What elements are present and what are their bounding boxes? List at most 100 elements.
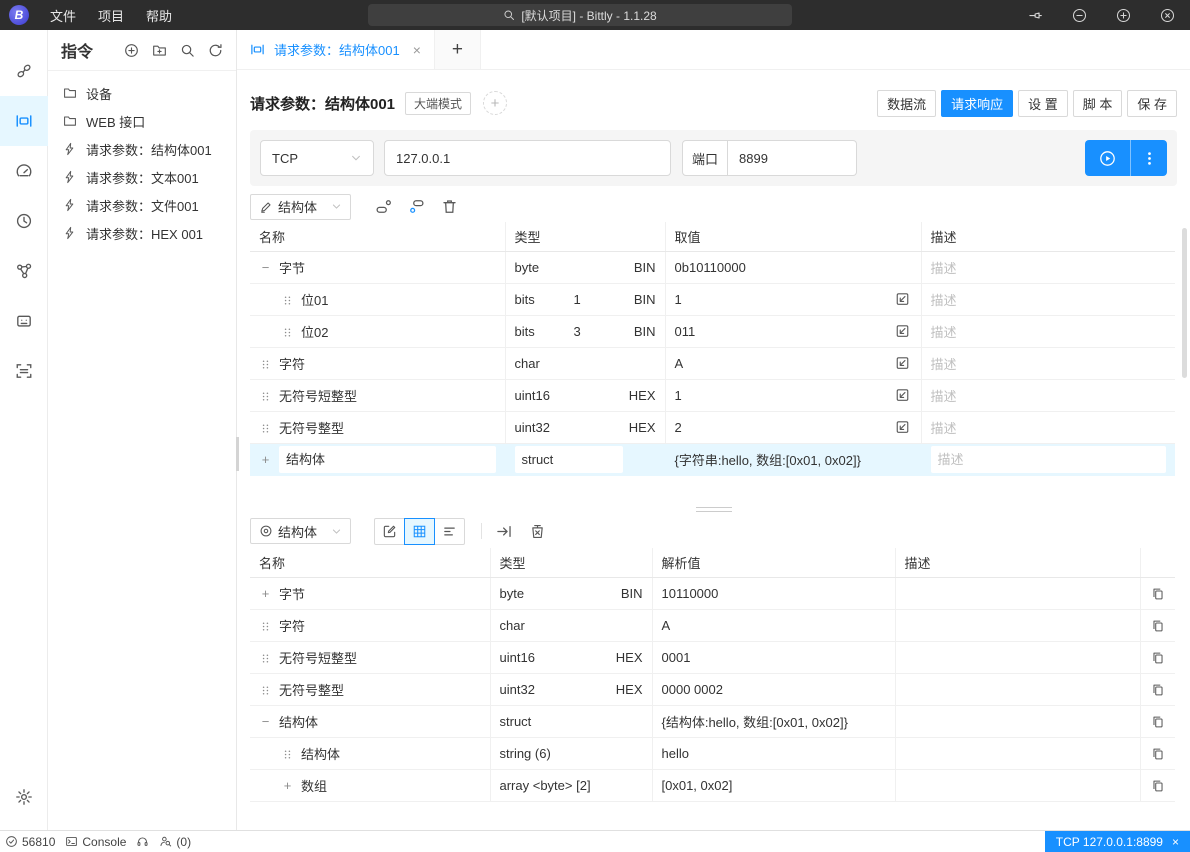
field-name[interactable]: 位02 (301, 322, 328, 341)
rail-item-settings-icon[interactable] (0, 772, 48, 822)
description-placeholder[interactable]: 描述 (931, 293, 957, 308)
delete-icon[interactable] (441, 198, 458, 215)
field-type[interactable]: array <byte> [2] (500, 778, 591, 793)
request-param-row[interactable]: −字节byteBIN0b10110000描述 (250, 251, 1175, 283)
field-name[interactable]: 无符号整型 (279, 418, 344, 437)
field-type[interactable]: uint16 (500, 650, 535, 665)
field-format[interactable]: HEX (620, 388, 656, 403)
menu-help[interactable]: 帮助 (135, 0, 183, 30)
circle-plus-icon[interactable] (124, 43, 139, 58)
list-view-button[interactable] (434, 518, 465, 545)
field-type[interactable]: char (500, 618, 525, 633)
action-button-default[interactable]: 脚 本 (1073, 90, 1123, 117)
field-name[interactable]: 字符 (279, 354, 305, 373)
tree-item[interactable]: 请求参数：文件001 (48, 191, 236, 219)
response-field-row[interactable]: 无符号整型uint32HEX0000 0002 (250, 674, 1175, 706)
expand-toggle[interactable]: + (259, 586, 272, 601)
field-type[interactable]: string (6) (500, 746, 551, 761)
request-param-row[interactable]: 无符号短整型uint16HEX1描述 (250, 379, 1175, 411)
collapse-toggle[interactable]: − (259, 260, 272, 275)
rail-item-dashboard-icon[interactable] (0, 146, 48, 196)
field-type[interactable]: byte (515, 260, 540, 275)
rail-item-capture-icon[interactable] (0, 346, 48, 396)
copy-icon[interactable] (1151, 715, 1165, 729)
response-field-row[interactable]: −结构体struct{结构体:hello, 数组:[0x01, 0x02]} (250, 706, 1175, 738)
rail-item-connector-icon[interactable] (0, 46, 48, 96)
field-type[interactable]: bits (515, 292, 535, 307)
request-param-row[interactable]: +结构体struct{字符串:hello, 数组:[0x01, 0x02]}描述 (250, 443, 1175, 475)
field-name[interactable]: 无符号整型 (279, 680, 344, 699)
tree-item[interactable]: 设备 (48, 79, 236, 107)
tree-item[interactable]: 请求参数：HEX 001 (48, 219, 236, 247)
response-field-row[interactable]: + 数组 array <byte> [2] [0x01, 0x02] (250, 770, 1175, 802)
field-value[interactable]: A (675, 356, 684, 371)
field-name[interactable]: 数组 (301, 776, 327, 795)
field-format[interactable]: HEX (620, 420, 656, 435)
response-field-row[interactable]: 字符charA (250, 610, 1175, 642)
field-name[interactable]: 无符号短整型 (279, 648, 357, 667)
field-value[interactable]: 0b10110000 (675, 260, 746, 275)
collapse-toggle[interactable]: − (259, 714, 272, 729)
request-param-row[interactable]: 无符号整型uint32HEX2描述 (250, 411, 1175, 443)
grid-view-button[interactable] (404, 518, 435, 545)
status-users[interactable]: (0) (159, 835, 191, 849)
field-value[interactable]: [0x01, 0x02] (662, 778, 733, 793)
field-value[interactable]: 2 (675, 420, 682, 435)
field-type[interactable]: struct (500, 714, 532, 729)
field-format[interactable]: HEX (607, 650, 643, 665)
connection-status-badge[interactable]: TCP 127.0.0.1:8899 × (1045, 831, 1190, 852)
field-value[interactable]: 0000 0002 (662, 682, 723, 697)
expand-toggle[interactable]: + (281, 778, 294, 793)
field-type[interactable]: uint32 (515, 420, 550, 435)
tree-item[interactable]: WEB 接口 (48, 107, 236, 135)
folder-plus-icon[interactable] (152, 43, 167, 58)
field-name[interactable]: 字节 (279, 584, 305, 603)
description-placeholder[interactable]: 描述 (931, 446, 1167, 473)
expand-editor-icon[interactable] (895, 388, 910, 403)
copy-icon[interactable] (1151, 587, 1165, 601)
field-format[interactable]: BIN (607, 586, 643, 601)
port-input[interactable] (728, 140, 857, 176)
field-type[interactable]: bits (515, 324, 535, 339)
field-type[interactable]: struct (522, 452, 554, 467)
field-name[interactable]: 结构体 (301, 744, 340, 763)
field-name[interactable]: 字符 (279, 616, 305, 635)
response-field-row[interactable]: +字节byteBIN10110000 (250, 578, 1175, 610)
maximize-icon[interactable] (1116, 8, 1131, 23)
action-button-default[interactable]: 保 存 (1127, 90, 1177, 117)
status-port[interactable]: 56810 (5, 835, 55, 849)
response-field-row[interactable]: 结构体string (6)hello (250, 738, 1175, 770)
copy-icon[interactable] (1151, 651, 1165, 665)
request-format-select[interactable]: 结构体 (250, 194, 351, 220)
field-value[interactable]: 011 (675, 324, 696, 339)
sidebar-resize-grip[interactable] (236, 437, 239, 471)
drag-handle[interactable] (259, 618, 272, 633)
drag-handle[interactable] (259, 682, 272, 697)
field-format[interactable]: HEX (607, 682, 643, 697)
drag-handle[interactable] (281, 324, 294, 339)
description-placeholder[interactable]: 描述 (931, 357, 957, 372)
refresh-icon[interactable] (208, 43, 223, 58)
rail-item-nodes-icon[interactable] (0, 246, 48, 296)
panel-resize-handle[interactable] (696, 507, 732, 512)
response-field-row[interactable]: 无符号短整型uint16HEX0001 (250, 642, 1175, 674)
insert-row-below-icon[interactable] (408, 198, 425, 215)
status-console[interactable]: Console (65, 835, 126, 849)
menu-project[interactable]: 项目 (87, 0, 135, 30)
field-name[interactable]: 结构体 (279, 446, 496, 473)
copy-icon[interactable] (1151, 747, 1165, 761)
description-placeholder[interactable]: 描述 (931, 325, 957, 340)
scrollbar-thumb[interactable] (1182, 228, 1187, 378)
field-format[interactable]: BIN (620, 260, 656, 275)
copy-icon[interactable] (1151, 779, 1165, 793)
drag-handle[interactable] (281, 292, 294, 307)
request-param-row[interactable]: 位02bits3BIN011描述 (250, 315, 1175, 347)
tab-active[interactable]: 请求参数：结构体001 × (237, 30, 435, 69)
add-tag-button[interactable]: + (483, 91, 507, 115)
pin-icon[interactable] (1028, 8, 1043, 23)
action-button-default[interactable]: 设 置 (1018, 90, 1068, 117)
action-button-default[interactable]: 数据流 (877, 90, 936, 117)
action-button-active[interactable]: 请求响应 (941, 90, 1013, 117)
field-type[interactable]: uint16 (515, 388, 550, 403)
field-name[interactable]: 位01 (301, 290, 328, 309)
